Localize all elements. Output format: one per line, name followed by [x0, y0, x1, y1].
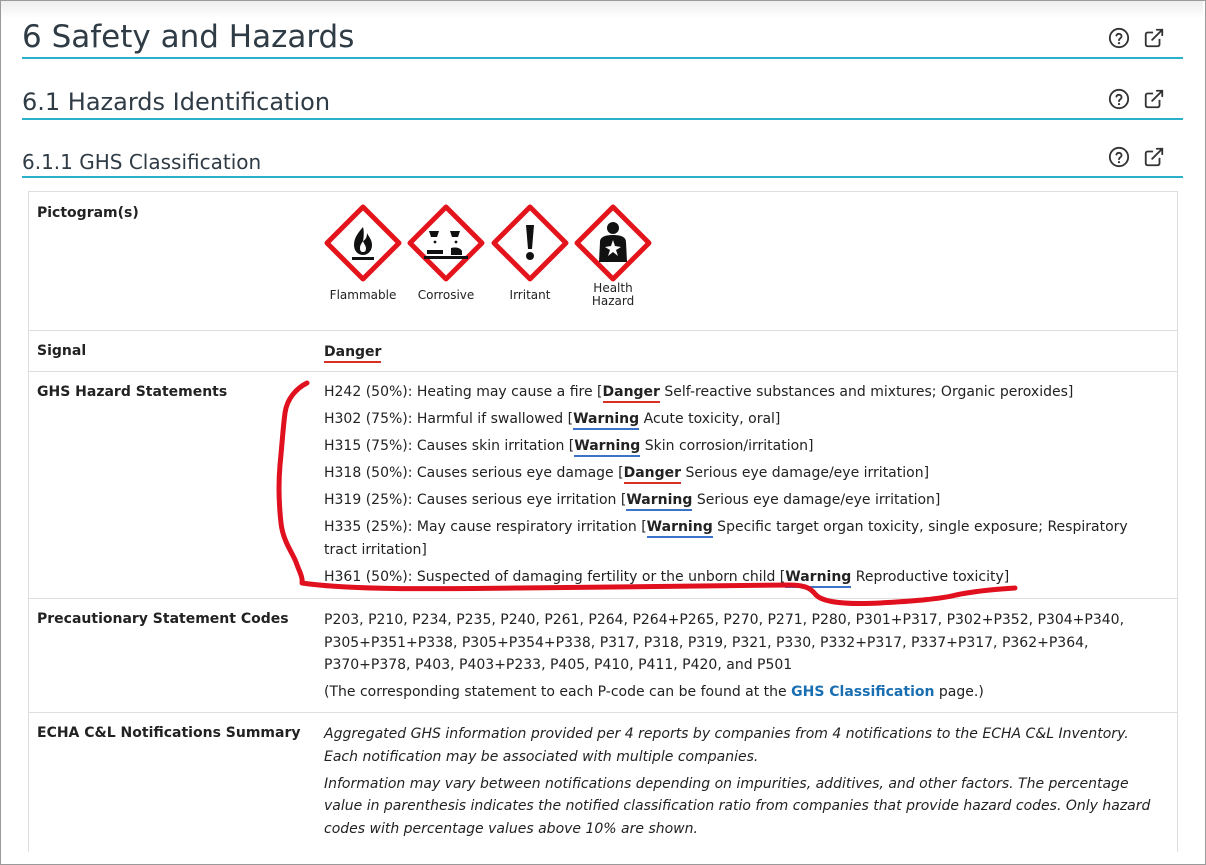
hazard-statement: H361 (50%): Suspected of damaging fertil… — [324, 566, 1164, 589]
help-icon[interactable] — [1108, 27, 1130, 49]
section-title: 6 Safety and Hazards — [22, 19, 355, 55]
section-heading-ghs-classification: 6.1.1 GHS Classification — [22, 133, 1183, 178]
corrosion-icon — [407, 204, 485, 282]
row-label: Pictogram(s) — [37, 205, 139, 221]
statement-class: Self-reactive substances and mixtures; O… — [659, 384, 1074, 400]
precautionary-note: (The corresponding statement to each P-c… — [324, 681, 1164, 704]
pictogram-caption: Irritant — [509, 288, 551, 302]
statement-class: Serious eye damage/eye irritation] — [681, 465, 930, 481]
exclamation-icon — [491, 204, 569, 282]
hazard-statement: H242 (50%): Heating may cause a fire [Da… — [324, 381, 1164, 404]
external-link-icon[interactable] — [1143, 88, 1165, 110]
row-label: Signal — [37, 343, 87, 359]
note-suffix: page.) — [934, 684, 984, 700]
hazard-statement: H318 (50%): Causes serious eye damage [D… — [324, 462, 1164, 485]
statement-signal: Warning — [626, 492, 693, 511]
pictogram-irritant: Irritant — [488, 204, 572, 302]
external-link-icon[interactable] — [1143, 27, 1165, 49]
statement-class: Serious eye damage/eye irritation] — [692, 492, 941, 508]
row-label: GHS Hazard Statements — [37, 384, 228, 400]
row-label: Precautionary Statement Codes — [37, 611, 289, 627]
section-heading-hazards-identification: 6.1 Hazards Identification — [22, 72, 1183, 120]
hazard-statement: H319 (25%): Causes serious eye irritatio… — [324, 489, 1164, 512]
flame-icon — [324, 204, 402, 282]
signal-row: Signal Danger — [29, 330, 1177, 371]
statement-signal: Warning — [574, 438, 641, 457]
help-icon[interactable] — [1108, 88, 1130, 110]
precautionary-row: Precautionary Statement Codes P203, P210… — [29, 598, 1177, 712]
precautionary-codes: P203, P210, P234, P235, P240, P261, P264… — [324, 612, 1125, 673]
statement-signal: Warning — [573, 411, 640, 430]
echa-paragraph: Information may vary between notificatio… — [324, 775, 1151, 837]
pictograms-row: Pictogram(s) Flammable Corrosive Irritan… — [29, 192, 1177, 330]
ghs-classification-link[interactable]: GHS Classification — [791, 684, 934, 700]
help-icon[interactable] — [1108, 146, 1130, 168]
health-hazard-icon — [574, 204, 652, 282]
statement-text: H302 (75%): Harmful if swallowed [ — [324, 411, 574, 427]
section-heading-safety: 6 Safety and Hazards — [22, 8, 1183, 59]
signal-word: Danger — [324, 344, 382, 363]
statement-text: H319 (25%): Causes serious eye irritatio… — [324, 492, 627, 508]
pictogram-corrosive: Corrosive — [404, 204, 488, 302]
pictogram-caption: Corrosive — [417, 288, 475, 302]
hazard-statement: H315 (75%): Causes skin irritation [Warn… — [324, 435, 1164, 458]
row-label: ECHA C&L Notifications Summary — [37, 725, 301, 741]
statement-signal: Danger — [623, 465, 682, 484]
pictogram-flammable: Flammable — [321, 204, 405, 302]
statement-text: H335 (25%): May cause respiratory irrita… — [324, 519, 647, 535]
external-link-icon[interactable] — [1143, 146, 1165, 168]
statement-class: Skin corrosion/irritation] — [640, 438, 814, 454]
section-title: 6.1.1 GHS Classification — [22, 150, 262, 174]
statement-signal: Danger — [602, 384, 660, 403]
statement-text: H242 (50%): Heating may cause a fire [ — [324, 384, 603, 400]
echa-paragraph: Aggregated GHS information provided per … — [324, 726, 1129, 765]
hazard-statement: H335 (25%): May cause respiratory irrita… — [324, 516, 1164, 561]
hazard-statement: H302 (75%): Harmful if swallowed [Warnin… — [324, 408, 1164, 431]
statement-signal: Warning — [785, 568, 852, 588]
statement-class: Acute toxicity, oral] — [639, 411, 781, 427]
statement-text: H361 (50%): Suspected of damaging fertil… — [324, 568, 786, 585]
section-title: 6.1 Hazards Identification — [22, 88, 331, 116]
ghs-table: Pictogram(s) Flammable Corrosive Irritan… — [28, 191, 1178, 852]
hazard-statements-row: GHS Hazard Statements H242 (50%): Heatin… — [29, 371, 1177, 598]
pictogram-caption: Flammable — [329, 288, 397, 302]
note-prefix: (The corresponding statement to each P-c… — [324, 684, 792, 700]
statement-class: Reproductive toxicity] — [851, 568, 1010, 585]
hazard-statements-list: H242 (50%): Heating may cause a fire [Da… — [324, 381, 1164, 593]
statement-signal: Warning — [646, 519, 713, 538]
statement-text: H318 (50%): Causes serious eye damage [ — [324, 465, 624, 481]
pictogram-caption: Health Hazard — [591, 281, 635, 308]
statement-text: H315 (75%): Causes skin irritation [ — [324, 438, 575, 454]
echa-summary-row: ECHA C&L Notifications Summary Aggregate… — [29, 712, 1177, 853]
pictogram-health-hazard: Health Hazard — [571, 204, 655, 308]
